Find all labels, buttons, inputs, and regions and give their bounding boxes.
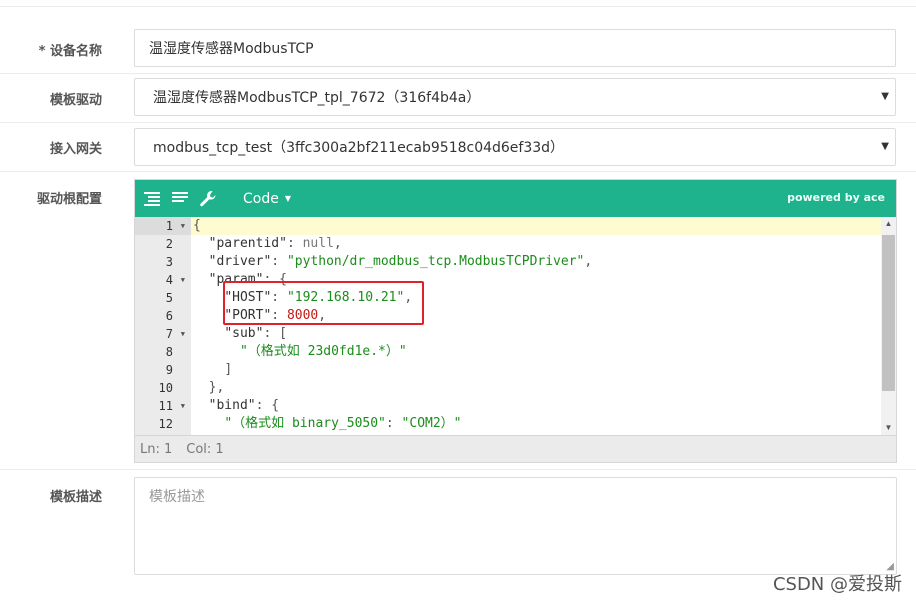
template-desc-placeholder: 模板描述 (149, 489, 205, 505)
template-desc-label: 模板描述 (49, 490, 102, 505)
divider (0, 73, 916, 74)
line-number: 11 ▼ (158, 397, 185, 415)
caret-down-icon: ▼ (284, 194, 291, 203)
compact-icon[interactable] (171, 190, 189, 208)
gateway-value: modbus_tcp_test（3ffc300a2bf211ecab9518c0… (153, 140, 565, 156)
divider (0, 171, 916, 172)
editor-toolbar: Code ▼ powered by ace (135, 180, 896, 217)
code-line: "sub": [ (224, 326, 287, 341)
page: * 设备名称 温湿度传感器ModbusTCP 模板驱动 温湿度传感器Modbus… (0, 0, 916, 601)
divider (0, 469, 916, 470)
fold-toggle-icon[interactable]: ▼ (181, 217, 185, 235)
highlight-annotation-box (223, 281, 424, 325)
device-name-input[interactable]: 温湿度传感器ModbusTCP (134, 29, 896, 67)
fold-toggle-icon[interactable]: ▼ (181, 271, 185, 289)
line-number: 7 ▼ (165, 325, 185, 343)
line-number: 1 ▼ (135, 217, 191, 235)
required-mark: * (38, 44, 46, 59)
line-number: 5 (165, 291, 173, 305)
scroll-up-icon[interactable]: ▲ (881, 217, 896, 231)
code-line: "driver": "python/dr_modbus_tcp.ModbusTC… (208, 254, 593, 269)
editor-statusbar: Ln: 1 Col: 1 (135, 435, 896, 462)
template-driver-select[interactable]: 温湿度传感器ModbusTCP_tpl_7672（316f4b4a） ▼ (134, 78, 896, 116)
line-number: 8 (165, 345, 173, 359)
cursor-line: Ln: 1 (140, 441, 173, 457)
divider (0, 122, 916, 123)
caret-down-icon: ▼ (881, 91, 889, 102)
repair-wrench-icon[interactable] (199, 190, 217, 208)
code-line: "parentid": null, (208, 236, 342, 251)
editor-gutter: 1 ▼ 2 3 4 ▼ 5 6 7 ▼ 8 9 10 11 ▼ 12 (135, 217, 191, 435)
device-name-label: * 设备名称 (0, 40, 102, 59)
line-number: 4 ▼ (165, 271, 185, 289)
powered-by-link[interactable]: powered by ace (787, 191, 885, 204)
line-number: 9 (165, 363, 173, 377)
gateway-select[interactable]: modbus_tcp_test（3ffc300a2bf211ecab9518c0… (134, 128, 896, 166)
driver-config-label: 驱动根配置 (36, 192, 102, 207)
code-area[interactable]: { "parentid": null, "driver": "python/dr… (191, 217, 881, 435)
device-name-value: 温湿度传感器ModbusTCP (149, 41, 314, 57)
template-driver-label: 模板驱动 (49, 93, 102, 108)
template-driver-value: 温湿度传感器ModbusTCP_tpl_7672（316f4b4a） (153, 90, 481, 106)
code-line: "（格式如 23d0fd1e.*）" (239, 344, 407, 359)
code-line: ] (224, 362, 233, 377)
device-name-label-text: 设备名称 (49, 44, 102, 59)
scrollbar-thumb[interactable] (882, 235, 895, 391)
editor-scrollbar[interactable]: ▲ ▼ (881, 217, 896, 435)
line-number: 6 (165, 309, 173, 323)
caret-down-icon: ▼ (881, 141, 889, 152)
code-line: "bind": { (208, 398, 280, 413)
code-line: }, (208, 380, 225, 395)
code-line: { (191, 217, 881, 235)
line-number: 3 (165, 255, 173, 269)
fold-toggle-icon[interactable]: ▼ (181, 325, 185, 343)
scroll-down-icon[interactable]: ▼ (881, 421, 896, 435)
cursor-col: Col: 1 (186, 441, 224, 457)
mode-dropdown[interactable]: Code ▼ (243, 191, 291, 207)
divider (0, 6, 916, 7)
mode-label: Code (243, 190, 279, 207)
code-line: "（格式如 binary_5050": "COM2）" (224, 416, 462, 431)
watermark: CSDN @爱投斯 (772, 574, 902, 595)
fold-toggle-icon[interactable]: ▼ (181, 397, 185, 415)
line-number: 12 (158, 417, 173, 431)
template-desc-textarea[interactable]: 模板描述 ◢ (134, 477, 897, 575)
format-icon[interactable] (143, 190, 161, 208)
gateway-label: 接入网关 (49, 142, 102, 157)
line-number: 10 (158, 381, 173, 395)
line-number: 2 (165, 237, 173, 251)
